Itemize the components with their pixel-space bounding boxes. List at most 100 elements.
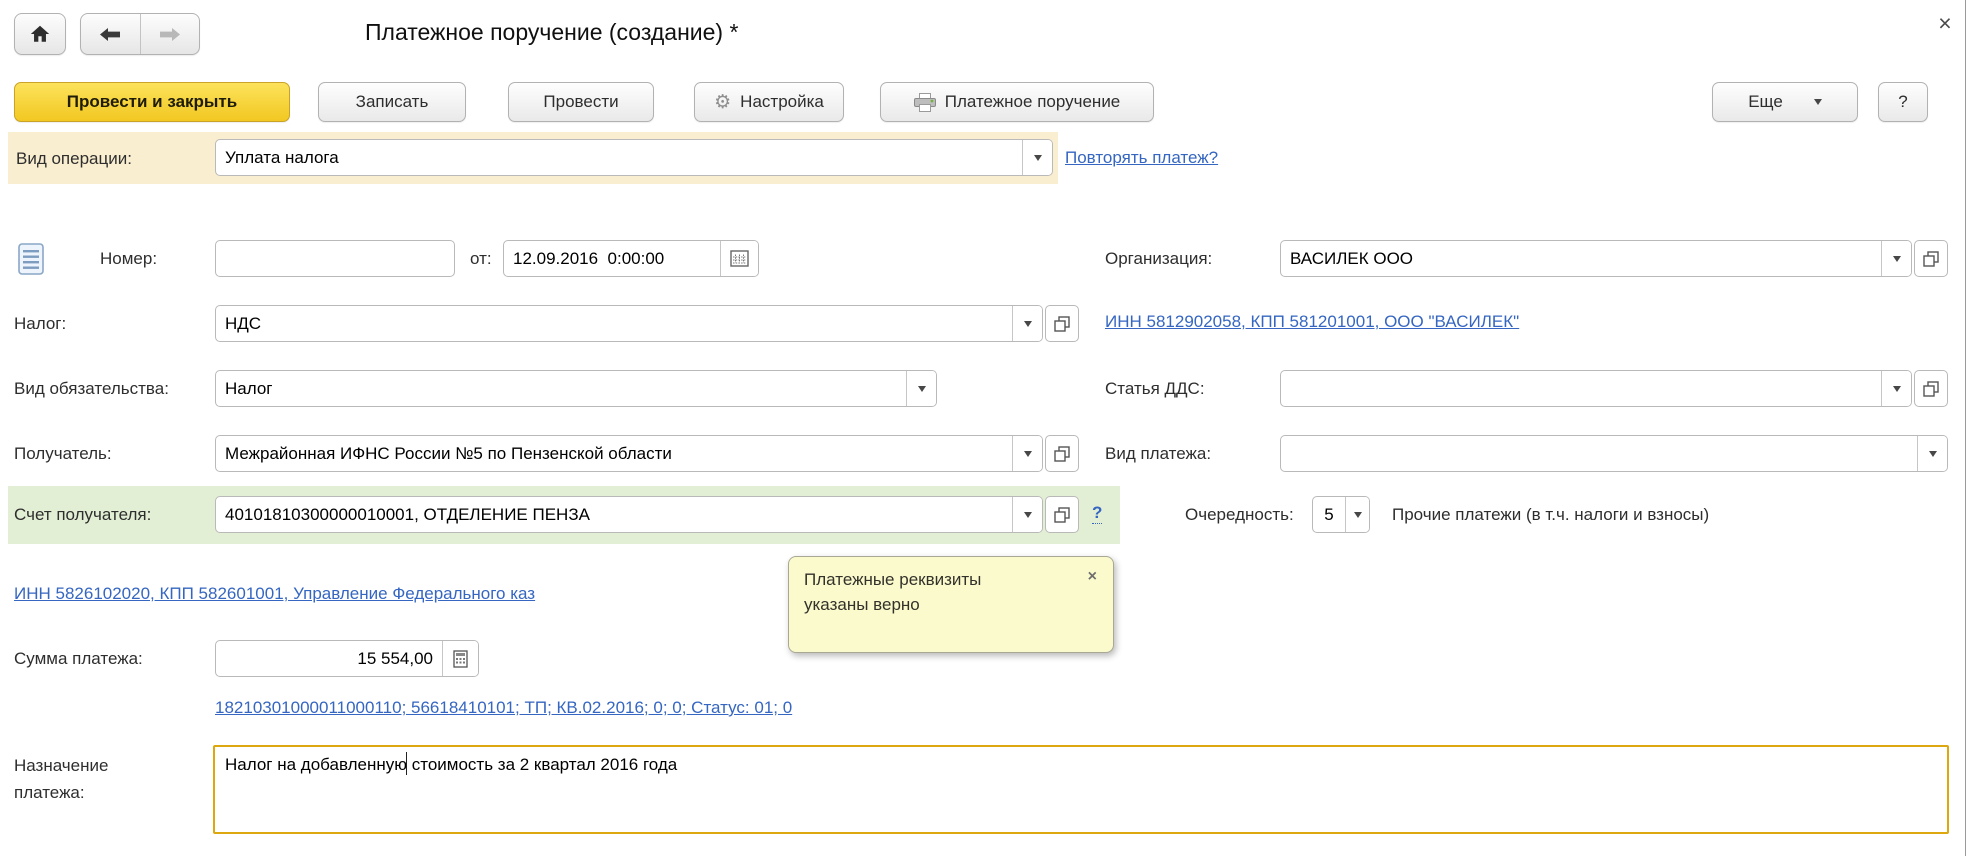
priority-dropdown-button[interactable] [1345, 497, 1369, 532]
recipient-account-label: Счет получателя: [14, 505, 151, 525]
open-form-icon [1054, 446, 1070, 462]
recipient-value[interactable]: Межрайонная ИФНС России №5 по Пензенской… [216, 436, 1012, 471]
window-edge [1965, 0, 1966, 856]
recipient-details-link[interactable]: ИНН 5826102020, КПП 582601001, Управлени… [14, 584, 535, 604]
dropdown-arrow-icon [1929, 451, 1937, 457]
organization-dropdown-button[interactable] [1881, 241, 1911, 276]
dropdown-arrow-icon [1024, 321, 1032, 327]
help-button[interactable]: ? [1878, 82, 1928, 122]
save-button[interactable]: Записать [318, 82, 466, 122]
operation-type-field: Уплата налога [215, 139, 1053, 176]
organization-details-link[interactable]: ИНН 5812902058, КПП 581201001, ООО "ВАСИ… [1105, 312, 1519, 332]
date-value[interactable]: 12.09.2016 0:00:00 [504, 241, 720, 276]
more-button[interactable]: Еще [1712, 82, 1858, 122]
recipient-account-value[interactable]: 40101810300000010001, ОТДЕЛЕНИЕ ПЕНЗА [216, 497, 1012, 532]
tax-label: Налог: [14, 314, 66, 334]
open-form-icon [1054, 316, 1070, 332]
post-button[interactable]: Провести [508, 82, 654, 122]
dropdown-arrow-icon [1893, 256, 1901, 262]
back-button[interactable] [81, 14, 140, 54]
post-and-close-button[interactable]: Провести и закрыть [14, 82, 290, 122]
settings-button-label: Настройка [740, 92, 824, 112]
date-label: от: [470, 249, 492, 269]
calendar-button[interactable] [720, 241, 758, 276]
forward-arrow-icon [159, 27, 181, 42]
page-title: Платежное поручение (создание) * [365, 19, 738, 46]
nav-history-group [80, 13, 200, 55]
forward-button[interactable] [140, 14, 199, 54]
date-field: 12.09.2016 0:00:00 [503, 240, 759, 277]
text-cursor [406, 752, 407, 775]
dropdown-arrow-icon [918, 386, 926, 392]
repeat-payment-link[interactable]: Повторять платеж? [1065, 148, 1218, 168]
obligation-type-field: Налог [215, 370, 937, 407]
back-arrow-icon [99, 27, 121, 42]
gear-icon: ⚙ [714, 91, 731, 114]
more-button-label: Еще [1748, 92, 1783, 112]
purpose-textarea[interactable]: Налог на добавленную стоимость за 2 квар… [213, 745, 1949, 834]
priority-value[interactable]: 5 [1313, 497, 1345, 532]
home-icon [29, 23, 51, 45]
obligation-type-label: Вид обязательства: [14, 379, 169, 399]
open-form-icon [1923, 251, 1939, 267]
tax-open-button[interactable] [1045, 305, 1079, 342]
document-state-icon [18, 243, 44, 275]
dropdown-arrow-icon [1354, 512, 1362, 518]
open-form-icon [1054, 507, 1070, 523]
priority-description: Прочие платежи (в т.ч. налоги и взносы) [1392, 505, 1709, 525]
cashflow-item-value[interactable] [1281, 371, 1881, 406]
printer-icon [914, 93, 936, 112]
cashflow-dropdown-button[interactable] [1881, 371, 1911, 406]
priority-label: Очередность: [1185, 505, 1294, 525]
purpose-label: Назначение платежа: [14, 752, 144, 806]
amount-value[interactable]: 15 554,00 [216, 641, 442, 676]
priority-field: 5 [1312, 496, 1370, 533]
dropdown-arrow-icon [1024, 451, 1032, 457]
tooltip-close-button[interactable]: × [1088, 569, 1097, 585]
cashflow-item-field [1280, 370, 1912, 407]
operation-type-dropdown-button[interactable] [1022, 140, 1052, 175]
print-payment-order-button[interactable]: Платежное поручение [880, 82, 1154, 122]
amount-field: 15 554,00 [215, 640, 479, 677]
home-button[interactable] [14, 13, 66, 55]
print-payment-order-label: Платежное поручение [945, 92, 1121, 112]
cashflow-open-button[interactable] [1914, 370, 1948, 407]
number-value[interactable] [216, 241, 454, 276]
obligation-type-value[interactable]: Налог [216, 371, 906, 406]
calculator-button[interactable] [442, 641, 478, 676]
close-window-button[interactable]: × [1930, 8, 1960, 38]
chevron-down-icon [1814, 99, 1822, 105]
tooltip-text: Платежные реквизиты указаны верно [804, 567, 1048, 617]
tax-value[interactable]: НДС [216, 306, 1012, 341]
payment-kind-label: Вид платежа: [1105, 444, 1211, 464]
recipient-dropdown-button[interactable] [1012, 436, 1042, 471]
account-check-link[interactable]: ? [1092, 503, 1102, 524]
recipient-open-button[interactable] [1045, 435, 1079, 472]
account-dropdown-button[interactable] [1012, 497, 1042, 532]
settings-button[interactable]: ⚙ Настройка [694, 82, 844, 122]
organization-label: Организация: [1105, 249, 1212, 269]
calculator-icon [453, 650, 468, 668]
open-form-icon [1923, 381, 1939, 397]
obligation-dropdown-button[interactable] [906, 371, 936, 406]
payment-kind-dropdown-button[interactable] [1917, 436, 1947, 471]
organization-field: ВАСИЛЕК ООО [1280, 240, 1912, 277]
operation-type-label: Вид операции: [16, 149, 132, 169]
organization-open-button[interactable] [1914, 240, 1948, 277]
number-label: Номер: [100, 249, 157, 269]
budget-details-link[interactable]: 18210301000011000110; 56618410101; ТП; К… [215, 698, 792, 718]
amount-label: Сумма платежа: [14, 649, 143, 669]
payment-check-tooltip: Платежные реквизиты указаны верно × [788, 556, 1114, 653]
payment-kind-value[interactable] [1281, 436, 1917, 471]
dropdown-arrow-icon [1024, 512, 1032, 518]
dropdown-arrow-icon [1893, 386, 1901, 392]
dropdown-arrow-icon [1034, 155, 1042, 161]
operation-type-value[interactable]: Уплата налога [216, 140, 1022, 175]
organization-value[interactable]: ВАСИЛЕК ООО [1281, 241, 1881, 276]
recipient-label: Получатель: [14, 444, 112, 464]
payment-kind-field [1280, 435, 1948, 472]
recipient-field: Межрайонная ИФНС России №5 по Пензенской… [215, 435, 1043, 472]
tax-dropdown-button[interactable] [1012, 306, 1042, 341]
tax-field: НДС [215, 305, 1043, 342]
account-open-button[interactable] [1045, 496, 1079, 533]
